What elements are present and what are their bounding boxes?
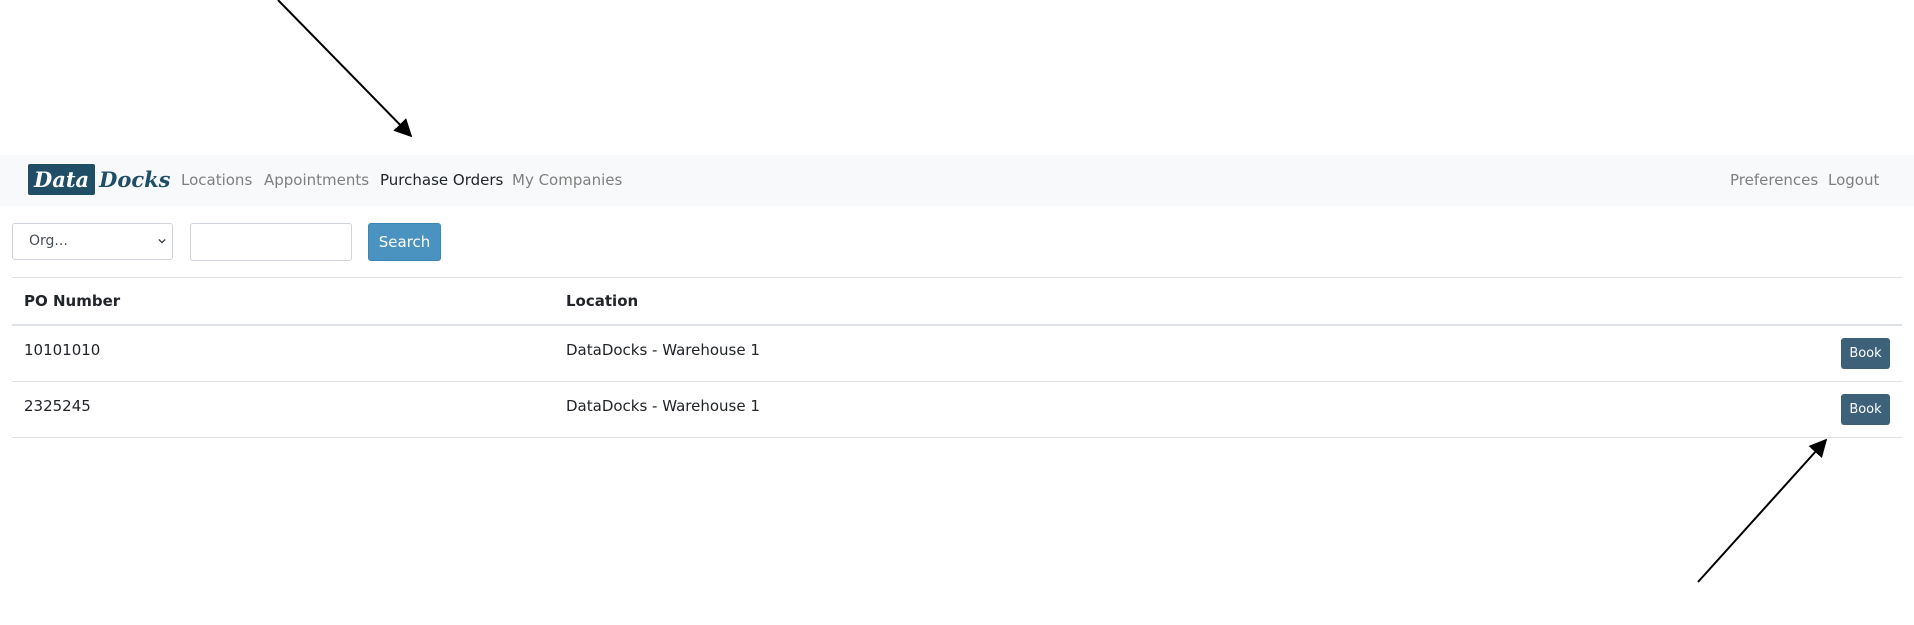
book-button[interactable]: Book [1841, 338, 1890, 369]
column-header-po-number: PO Number [24, 292, 121, 310]
nav-link-locations[interactable]: Locations [181, 171, 252, 189]
chevron-down-icon [158, 238, 166, 244]
nav-link-appointments[interactable]: Appointments [264, 171, 369, 189]
table-row: 2325245 DataDocks - Warehouse 1 Book [12, 382, 1902, 438]
po-number-cell: 2325245 [24, 397, 91, 415]
top-navbar: Data Docks Locations Appointments Purcha… [0, 155, 1914, 206]
purchase-orders-table: PO Number Location 10101010 DataDocks - … [12, 277, 1902, 438]
brand-logo-part2: Docks [99, 167, 171, 192]
location-cell: DataDocks - Warehouse 1 [566, 397, 760, 415]
org-select-value: Org... [29, 233, 68, 249]
brand-logo-part1: Data [28, 164, 96, 195]
table-header-row: PO Number Location [12, 277, 1902, 326]
nav-link-preferences[interactable]: Preferences [1730, 171, 1818, 189]
book-button[interactable]: Book [1841, 394, 1890, 425]
nav-link-logout[interactable]: Logout [1828, 171, 1879, 189]
arrow-icon-bottom [1697, 438, 1828, 583]
nav-link-purchase-orders[interactable]: Purchase Orders [380, 171, 503, 189]
location-cell: DataDocks - Warehouse 1 [566, 341, 760, 359]
search-input[interactable] [190, 223, 352, 261]
org-select[interactable]: Org... [12, 223, 173, 260]
search-button[interactable]: Search [368, 223, 441, 261]
table-row: 10101010 DataDocks - Warehouse 1 Book [12, 326, 1902, 382]
brand-logo[interactable]: Data Docks [28, 164, 171, 195]
arrow-icon-top [277, 0, 413, 138]
po-number-cell: 10101010 [24, 341, 101, 359]
nav-link-my-companies[interactable]: My Companies [512, 171, 622, 189]
column-header-location: Location [566, 292, 639, 310]
